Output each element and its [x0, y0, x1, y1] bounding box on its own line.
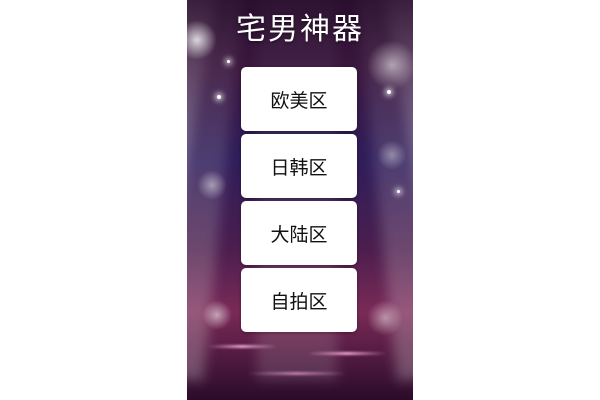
category-menu: 欧美区 日韩区 大陆区 自拍区: [241, 67, 357, 335]
sparkle-icon: [397, 190, 400, 193]
bokeh-light: [367, 300, 403, 336]
app-screen: 宅男神器 欧美区 日韩区 大陆区 自拍区: [187, 0, 413, 400]
stage-floor-light: [307, 352, 387, 355]
stage-floor-light: [207, 345, 277, 348]
category-button-japan-korea[interactable]: 日韩区: [241, 134, 357, 198]
sparkle-icon: [387, 90, 391, 94]
category-button-western[interactable]: 欧美区: [241, 67, 357, 131]
category-button-selfie[interactable]: 自拍区: [241, 268, 357, 332]
bokeh-light: [377, 140, 407, 170]
page-title: 宅男神器: [236, 12, 364, 47]
sparkle-icon: [217, 95, 221, 99]
sparkle-icon: [227, 60, 230, 63]
bokeh-light: [202, 300, 232, 330]
category-button-mainland[interactable]: 大陆区: [241, 201, 357, 265]
bokeh-light: [197, 170, 227, 200]
stage-floor-light: [247, 372, 347, 375]
